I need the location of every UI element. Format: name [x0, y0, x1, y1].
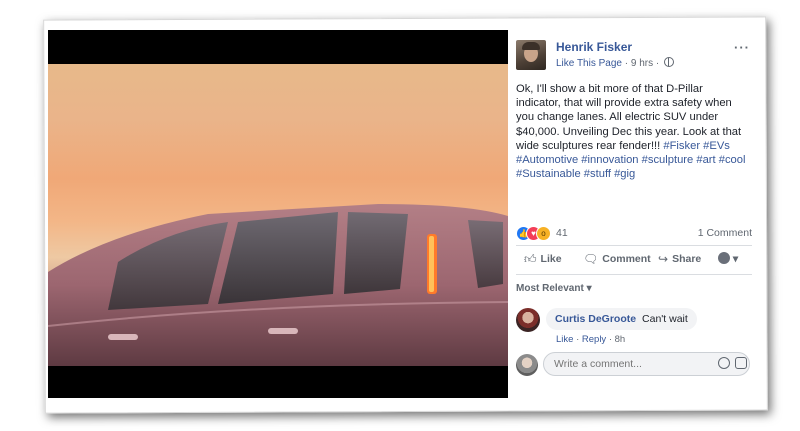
share-button[interactable]: ↪ Share	[658, 252, 701, 266]
share-icon: ↪	[658, 252, 669, 266]
commenter-name[interactable]: Curtis DeGroote	[555, 313, 636, 325]
post-header: Henrik Fisker Like This Page · 9 hrs · ·…	[516, 38, 752, 74]
comment-text: Can't wait	[642, 313, 688, 325]
divider	[516, 274, 752, 275]
comment-button[interactable]: 🗨︎ Comment	[583, 252, 651, 266]
emoji-icon[interactable]	[718, 357, 730, 369]
post-meta: Like This Page · 9 hrs ·	[556, 57, 674, 69]
like-label: Like	[540, 253, 562, 265]
reaction-count[interactable]: 41	[556, 227, 568, 239]
thumbs-up-icon: 👍︎	[524, 252, 537, 266]
comment-label: Comment	[602, 253, 651, 265]
action-bar: 👍︎ Like 🗨︎ Comment ↪ Share ▾	[516, 247, 752, 273]
current-user-avatar	[516, 354, 538, 376]
wow-icon: o	[536, 226, 551, 241]
separator: ·	[576, 334, 580, 345]
facebook-post-viewer: Henrik Fisker Like This Page · 9 hrs · ·…	[48, 30, 760, 398]
post-photo[interactable]	[48, 30, 508, 398]
post-sidebar: Henrik Fisker Like This Page · 9 hrs · ·…	[508, 30, 760, 398]
globe-icon	[663, 57, 674, 67]
comment-time[interactable]: · 8h	[609, 334, 625, 345]
car-illustration	[48, 204, 508, 366]
reactions-bar: 👍 ♥ o 41 1 Comment	[516, 224, 752, 242]
comment-composer	[516, 352, 752, 380]
avatar-hair	[522, 42, 540, 50]
sticker-icon[interactable]	[735, 357, 747, 369]
like-button[interactable]: 👍︎ Like	[524, 252, 562, 267]
comment-bubble: Curtis DeGroote Can't wait	[546, 308, 697, 330]
comment-icon: 🗨︎	[583, 252, 599, 266]
post-body: Ok, I'll show a bit more of that D-Pilla…	[516, 82, 748, 181]
car-image	[48, 64, 508, 366]
commenter-avatar[interactable]	[516, 308, 540, 332]
comment-item: Curtis DeGroote Can't wait Like · Reply …	[516, 306, 752, 346]
comment-count[interactable]: 1 Comment	[698, 227, 752, 239]
author-name[interactable]: Henrik Fisker	[556, 40, 632, 54]
share-label: Share	[672, 253, 702, 265]
user-avatar-icon	[718, 252, 730, 264]
reaction-icons[interactable]: 👍 ♥ o	[516, 226, 560, 241]
like-page-link[interactable]: Like This Page	[556, 58, 622, 69]
comment-reply-link[interactable]: Reply	[582, 334, 606, 345]
comment-meta: Like · Reply · 8h	[556, 334, 625, 345]
comment-like-link[interactable]: Like	[556, 334, 573, 345]
chevron-down-icon: ▾	[732, 253, 739, 265]
divider	[516, 245, 752, 246]
more-options-icon[interactable]: ···	[734, 40, 750, 55]
post-time[interactable]: · 9 hrs ·	[625, 58, 659, 69]
author-avatar[interactable]	[516, 40, 546, 70]
comment-sort-dropdown[interactable]: Most Relevant ▾	[516, 283, 592, 294]
audience-selector[interactable]: ▾	[718, 252, 738, 265]
